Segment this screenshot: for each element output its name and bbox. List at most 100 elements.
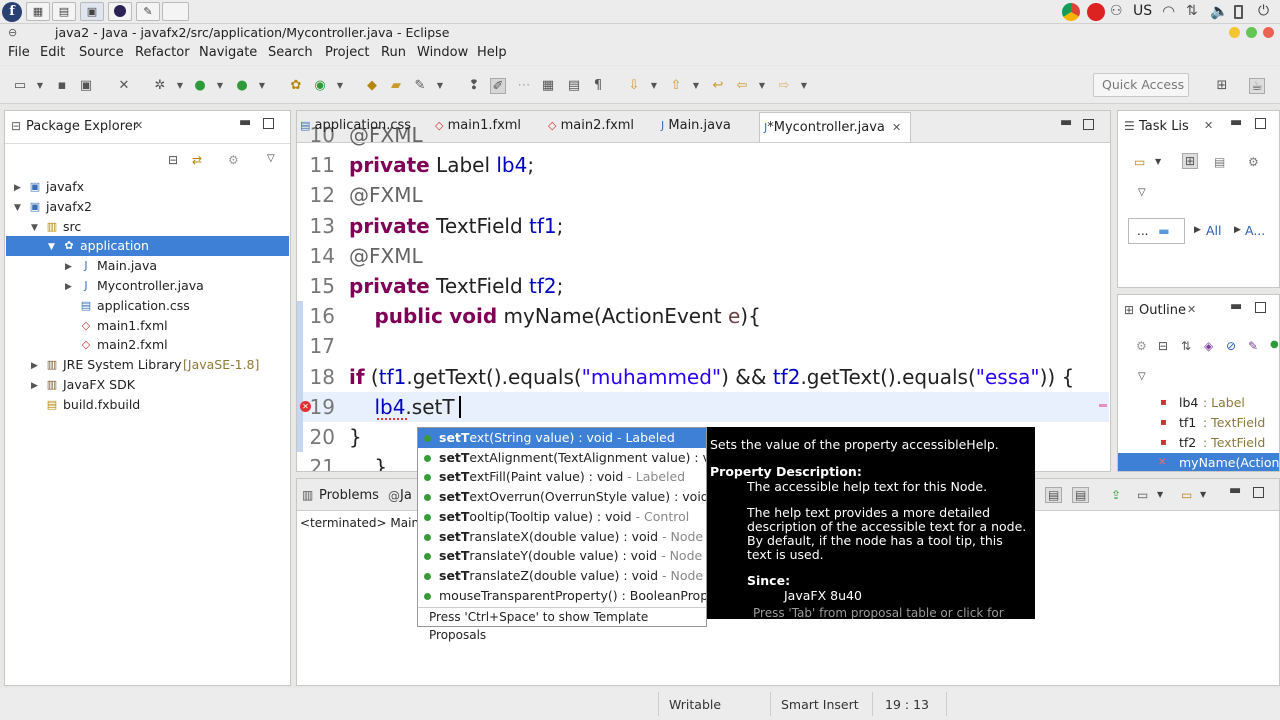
taskbar-app-icon[interactable]: ▤ xyxy=(52,2,76,21)
dropdown-icon[interactable]: ▼ xyxy=(1155,157,1161,166)
link-editor-icon[interactable]: ⇄ xyxy=(192,153,202,167)
keyboard-layout-label[interactable]: US xyxy=(1133,3,1152,19)
word-wrap-icon[interactable]: ▤ xyxy=(1072,487,1090,503)
highlight-icon[interactable]: ✐ xyxy=(490,78,506,94)
quick-access-field[interactable]: Quick Access xyxy=(1093,73,1189,97)
new-icon[interactable]: ▭ xyxy=(12,78,28,94)
collapse-all-icon[interactable]: ⊟ xyxy=(168,153,178,167)
sort-icon[interactable]: ⚙ xyxy=(1136,339,1147,353)
tree-item[interactable]: ▼ ✿ application xyxy=(6,236,289,257)
proposal-item[interactable]: setTranslateY(double value) : void - Nod… xyxy=(418,546,706,566)
taskbar-terminal-icon[interactable]: ▣ xyxy=(80,2,104,21)
battery-icon[interactable] xyxy=(1234,5,1243,19)
chevron-down-icon[interactable]: ▼ xyxy=(31,218,38,238)
menu-help[interactable]: Help xyxy=(477,45,507,60)
fedora-logo-icon[interactable]: f xyxy=(2,2,22,22)
close-icon[interactable]: ✕ xyxy=(134,119,143,132)
pin-icon[interactable]: ✕ xyxy=(116,78,132,94)
tab-main2-fxml[interactable]: ◇ main2.fxml xyxy=(548,116,634,140)
tree-item[interactable]: ▤ application.css xyxy=(6,296,289,316)
forward-icon[interactable]: ⇨ xyxy=(776,78,792,94)
new-package-icon[interactable]: ✿ xyxy=(288,78,304,94)
tree-item[interactable]: ▶ ▥ JRE System Library [JavaSE-1.8] xyxy=(6,355,289,375)
overview-ruler-mark[interactable] xyxy=(1099,403,1107,407)
error-marker-icon[interactable]: ✕ xyxy=(300,400,311,412)
code-line[interactable]: 15 private TextField tf2; xyxy=(297,271,1109,301)
close-icon[interactable]: ✕ xyxy=(1187,303,1196,316)
proposal-item[interactable]: setText(String value) : void - Labeled xyxy=(418,428,706,448)
proposal-item[interactable]: setTooltip(Tooltip value) : void - Contr… xyxy=(418,507,706,527)
dropdown-icon[interactable]: ▼ xyxy=(646,78,662,94)
code-line[interactable]: 19 lb4.setT xyxy=(297,391,1109,422)
code-line[interactable]: 11 private Label lb4; xyxy=(297,150,1109,180)
back-icon[interactable]: ⇦ xyxy=(734,78,750,94)
window-menu-icon[interactable]: ⊖ xyxy=(8,26,17,39)
dropdown-icon[interactable]: ▼ xyxy=(332,78,348,94)
categorize-icon[interactable]: ⊞ xyxy=(1182,153,1199,169)
toggle-breadcrumb-icon[interactable]: ⋯ xyxy=(516,78,532,94)
new-class-icon[interactable]: ◉ xyxy=(312,78,328,94)
task-filter-activate[interactable]: A... xyxy=(1245,223,1265,238)
window-minimize-button[interactable] xyxy=(1229,27,1240,38)
tab-problems[interactable]: Problems xyxy=(319,488,379,503)
scroll-lock-icon[interactable]: ▤ xyxy=(1045,487,1063,503)
run-icon[interactable]: ● xyxy=(192,78,208,94)
window-maximize-button[interactable] xyxy=(1246,27,1257,38)
minimize-icon[interactable]: ▬ xyxy=(1230,115,1242,130)
open-folder-icon[interactable]: ▰ xyxy=(388,78,404,94)
save-all-icon[interactable]: ▣ xyxy=(78,78,94,94)
tree-item[interactable]: ▶ J Mycontroller.java xyxy=(6,276,289,296)
hide-fields-icon[interactable]: ⇅ xyxy=(1181,339,1191,353)
taskbar-eclipse-icon[interactable] xyxy=(108,2,132,21)
open-console-icon[interactable]: ▭ xyxy=(1181,488,1192,502)
dropdown-icon[interactable]: ▼ xyxy=(688,78,704,94)
chrome-icon[interactable] xyxy=(1062,3,1080,21)
tree-item[interactable]: ▤ build.fxbuild xyxy=(6,395,289,415)
tab-application-css[interactable]: ▤ application.css xyxy=(300,116,411,140)
maximize-icon[interactable] xyxy=(1255,302,1266,313)
dropdown-icon[interactable]: ▼ xyxy=(432,78,448,94)
show-desktop-icon[interactable]: ▦ xyxy=(26,2,50,21)
code-area[interactable]: 10 @FXML 11 private Label lb4; 12 @FXML 13 priv… xyxy=(297,123,1110,471)
proposal-item[interactable]: setTranslateZ(double value) : void - Nod… xyxy=(418,566,706,586)
dropdown-icon[interactable]: ▼ xyxy=(796,78,812,94)
outline-item[interactable]: ✕ myName(Action xyxy=(1118,453,1279,471)
tree-item[interactable]: ▼ ▥ src xyxy=(6,217,289,237)
tree-item[interactable]: ◇ main2.fxml xyxy=(6,335,289,355)
menu-navigate[interactable]: Navigate xyxy=(199,45,257,60)
wifi-icon[interactable]: ◠ xyxy=(1162,2,1175,20)
proposal-item[interactable]: mouseTransparentProperty() : BooleanProp… xyxy=(418,586,706,606)
outline-item[interactable]: ▪ lb4 : Label xyxy=(1118,393,1279,413)
chevron-right-icon[interactable]: ▶ xyxy=(14,178,21,198)
external-tools-icon[interactable]: ● xyxy=(234,78,250,94)
dropdown-icon[interactable]: ▼ xyxy=(1157,490,1163,499)
tab-main1-fxml[interactable]: ◇ main1.fxml xyxy=(435,116,521,140)
view-menu-icon[interactable]: ▽ xyxy=(267,153,275,164)
last-edit-icon[interactable]: ↩ xyxy=(710,78,726,94)
task-filter-all[interactable]: All xyxy=(1206,223,1222,238)
close-icon[interactable]: ✕ xyxy=(892,121,901,134)
power-icon[interactable]: ⏻ xyxy=(1258,3,1269,19)
minimize-icon[interactable]: ▬ xyxy=(1230,299,1242,314)
code-line[interactable]: 18 if (tf1.getText().equals("muhammed") &… xyxy=(297,362,1109,392)
hide-static-icon[interactable]: ◈ xyxy=(1204,339,1213,353)
filter-icon[interactable]: ▤ xyxy=(1214,155,1225,169)
taskbar-editor-icon[interactable]: ✎ xyxy=(136,2,160,21)
close-icon[interactable]: ✕ xyxy=(1204,119,1213,132)
chevron-down-icon[interactable]: ▼ xyxy=(48,237,55,257)
proposal-item[interactable]: setTranslateX(double value) : void - Nod… xyxy=(418,527,706,547)
view-menu-icon[interactable]: ▽ xyxy=(1138,371,1146,382)
dropdown-icon[interactable]: ▼ xyxy=(212,78,228,94)
menu-project[interactable]: Project xyxy=(325,45,369,60)
view-menu-icon[interactable]: ▽ xyxy=(1138,187,1146,198)
show-whitespace-icon[interactable]: ▤ xyxy=(566,78,582,94)
people-icon[interactable]: ⚇ xyxy=(1110,3,1123,19)
window-close-button[interactable] xyxy=(1263,27,1274,38)
sync-icon[interactable]: ⚙ xyxy=(1248,155,1259,169)
menu-edit[interactable]: Edit xyxy=(40,45,65,60)
hide-local-icon[interactable]: ✎ xyxy=(1248,339,1258,353)
minimize-icon[interactable]: ▬ xyxy=(1229,483,1241,498)
debug-icon[interactable]: ✲ xyxy=(152,78,168,94)
proposal-item[interactable]: setTextAlignment(TextAlignment value) : … xyxy=(418,448,706,468)
tree-item[interactable]: ▼ ▣ javafx2 xyxy=(6,197,289,217)
